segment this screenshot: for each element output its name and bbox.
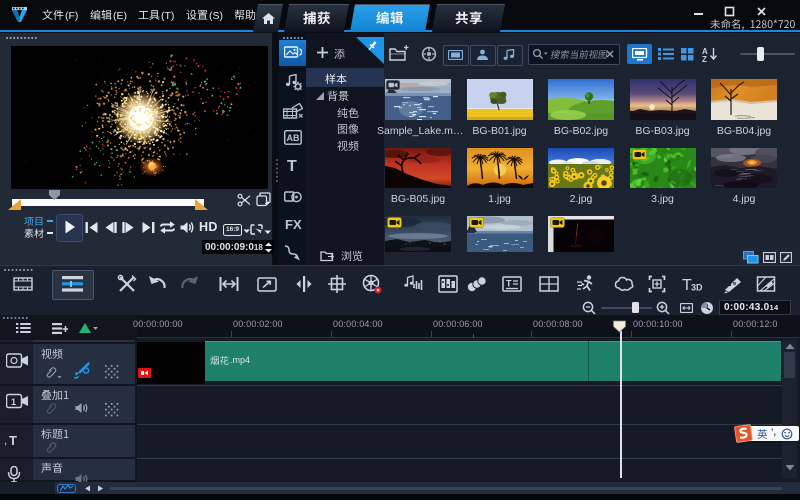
svg-text:AB: AB [287,133,300,143]
svg-text:Z: Z [702,55,707,62]
svg-text:T: T [9,433,17,448]
svg-text:T: T [506,279,512,289]
svg-text:1: 1 [11,397,16,407]
svg-text:3D: 3D [691,283,703,293]
svg-text:,: , [4,435,7,447]
